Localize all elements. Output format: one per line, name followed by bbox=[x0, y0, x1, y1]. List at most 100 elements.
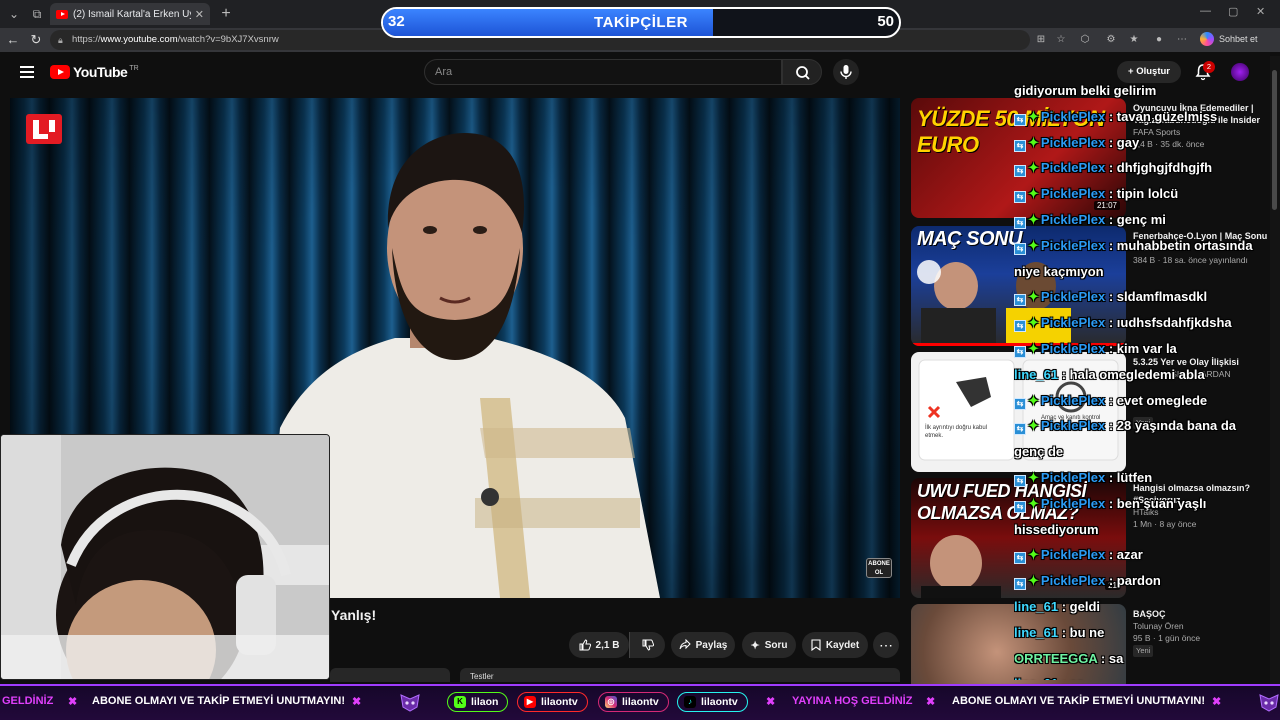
chat-text: tavan güzelmiss bbox=[1116, 108, 1218, 124]
chat-badge-icon: ⇆ bbox=[1014, 320, 1026, 333]
chat-message: ⇆ ✦ PicklePlex : 28 yaşında bana da bbox=[1014, 413, 1270, 439]
instagram-handle: lilaontv bbox=[622, 696, 659, 708]
chat-separator: : bbox=[1105, 212, 1117, 227]
chat-badge-icon: ⇆ bbox=[1014, 165, 1026, 178]
youtube-logo-text: YouTube bbox=[73, 64, 128, 80]
chat-separator: : bbox=[1058, 366, 1070, 382]
chat-message: ⇆ ✦ PicklePlex : ben şuan yaşlı bbox=[1014, 491, 1270, 517]
chat-sparkle-badge-icon: ✦ bbox=[1028, 341, 1039, 356]
chat-badge-icon: ⇆ bbox=[1014, 475, 1026, 487]
chat-separator: : bbox=[1105, 289, 1117, 305]
like-button[interactable]: 2,1 B bbox=[569, 632, 629, 658]
chat-badge-icon: ⇆ bbox=[1014, 578, 1026, 591]
save-label: Kaydet bbox=[825, 639, 860, 651]
chat-separator: : bbox=[1105, 392, 1117, 408]
chat-message: ⇆ ✦ PicklePlex : tipin lolcü bbox=[1014, 181, 1270, 207]
share-icon bbox=[679, 639, 691, 650]
sidebar-scroll-thumb[interactable] bbox=[1272, 70, 1277, 210]
tab-actions-icon[interactable]: ⌄ bbox=[4, 4, 24, 24]
chat-username: PicklePlex bbox=[1040, 470, 1106, 485]
chat-separator: : bbox=[1058, 624, 1070, 640]
dislike-button[interactable] bbox=[629, 632, 665, 658]
chat-badge-icon: ⇆ bbox=[1014, 552, 1026, 565]
chat-separator: : bbox=[1105, 237, 1117, 253]
kick-handle: lilaon bbox=[471, 696, 499, 708]
followers-current: 32 bbox=[388, 13, 405, 30]
search-button[interactable] bbox=[782, 59, 822, 85]
chat-text: sldamflmasdkl bbox=[1116, 289, 1208, 305]
tests-card[interactable]: Testler bbox=[460, 668, 900, 682]
chat-sparkle-badge-icon: ✦ bbox=[1028, 186, 1039, 202]
chat-sparkle-badge-icon: ✦ bbox=[1028, 573, 1039, 589]
copilot-button[interactable]: Sohbet et bbox=[1200, 32, 1258, 46]
workspaces-icon[interactable]: ⧉ bbox=[27, 4, 47, 24]
more-actions-button[interactable]: ⋯ bbox=[873, 632, 899, 658]
save-button[interactable]: Kaydet bbox=[802, 632, 868, 658]
minimize-icon[interactable]: — bbox=[1200, 5, 1211, 17]
ticker-mask-logo-icon bbox=[400, 694, 420, 712]
chat-text: tipin lolcü bbox=[1116, 186, 1179, 202]
lock-icon: 🔒︎ bbox=[58, 35, 63, 45]
chat-message: ⇆ ✦ PicklePlex : sldamflmasdkl bbox=[1014, 284, 1270, 310]
chat-message: line_61 : as bbox=[1014, 671, 1270, 680]
description-card[interactable] bbox=[330, 668, 450, 682]
chat-username: PicklePlex bbox=[1040, 108, 1106, 124]
extensions-icon[interactable]: ⬡ bbox=[1078, 33, 1092, 47]
profile-icon[interactable]: ● bbox=[1152, 33, 1166, 47]
chat-text: evet omeglede bbox=[1116, 392, 1208, 408]
tab-close-icon[interactable]: ✕ bbox=[195, 8, 204, 21]
tiktok-icon: ♪ bbox=[684, 696, 696, 708]
youtube-icon: ▶ bbox=[524, 696, 536, 708]
favorite-star-icon[interactable]: ☆ bbox=[1054, 33, 1068, 47]
chat-separator: : bbox=[1105, 315, 1117, 331]
chat-sparkle-badge-icon: ✦ bbox=[1028, 315, 1039, 331]
chat-separator: : bbox=[1105, 108, 1117, 124]
stream-chat-overlay: gidiyorum belki gelirim ⇆ ✦ PicklePlex : ta… bbox=[1014, 78, 1270, 680]
browser-tools-icon[interactable]: ⚙ bbox=[1104, 33, 1118, 47]
chat-message: line_61 : geldi bbox=[1014, 594, 1270, 620]
chat-message: line_61 : hala omegledemi abla bbox=[1014, 362, 1270, 388]
collections-icon[interactable]: ★ bbox=[1127, 33, 1141, 47]
chat-text: dhfjghgjfdhgjfh bbox=[1116, 160, 1213, 176]
search-input[interactable]: Ara bbox=[424, 59, 782, 85]
chat-username: ORRTEEGGA bbox=[1014, 650, 1098, 666]
chat-text: hala omegledemi abla bbox=[1069, 366, 1205, 382]
chat-sparkle-badge-icon: ✦ bbox=[1028, 547, 1039, 563]
ticker-star-icon: ✖ bbox=[766, 696, 776, 708]
chat-message: ⇆ ✦ PicklePlex : kim var la bbox=[1014, 336, 1270, 362]
subscribe-watermark[interactable]: ABONE OL bbox=[866, 558, 892, 578]
tab-grid-icon[interactable]: ⊞ bbox=[1034, 33, 1048, 47]
search-icon bbox=[796, 66, 810, 80]
chat-badge-icon: ⇆ bbox=[1014, 217, 1026, 229]
new-tab-button[interactable]: + bbox=[216, 4, 236, 24]
chat-message: ⇆ ✦ PicklePlex : lütfen bbox=[1014, 465, 1270, 491]
share-button[interactable]: Paylaş bbox=[671, 632, 735, 658]
chat-text: lütfen bbox=[1116, 470, 1153, 485]
chat-badge-icon: ⇆ bbox=[1014, 113, 1026, 126]
tests-tab-label: Testler bbox=[470, 672, 494, 681]
ask-button[interactable]: ✦ Soru bbox=[742, 632, 796, 658]
copilot-label: Sohbet et bbox=[1219, 34, 1258, 44]
chat-separator: : bbox=[1105, 470, 1117, 485]
chat-sparkle-badge-icon: ✦ bbox=[1028, 495, 1039, 511]
chat-message: ⇆ ✦ PicklePlex : gay bbox=[1014, 130, 1270, 156]
browser-tab-youtube[interactable]: (2) İsmail Kartal'a Erken Uyarı: Fenerba… bbox=[50, 3, 210, 25]
reload-icon[interactable]: ↻ bbox=[27, 31, 45, 49]
menu-icon[interactable] bbox=[20, 66, 34, 78]
voice-search-button[interactable] bbox=[833, 59, 859, 85]
close-window-icon[interactable]: ✕ bbox=[1256, 5, 1265, 18]
chat-username: PicklePlex bbox=[1040, 418, 1106, 434]
settings-more-icon[interactable]: ⋯ bbox=[1175, 33, 1189, 47]
channel-watermark-logo bbox=[26, 114, 62, 144]
chat-username: PicklePlex bbox=[1040, 212, 1106, 227]
ticker-star-icon: ✖ bbox=[926, 696, 936, 708]
chat-username: line_61 bbox=[1014, 366, 1059, 382]
chat-message: ⇆ ✦ PicklePlex : tavan güzelmiss bbox=[1014, 104, 1270, 130]
chat-username: PicklePlex bbox=[1040, 160, 1106, 176]
chat-badge-icon: ⇆ bbox=[1014, 191, 1026, 204]
maximize-icon[interactable]: ▢ bbox=[1228, 5, 1238, 18]
chat-sparkle-badge-icon: ✦ bbox=[1028, 470, 1039, 485]
back-icon[interactable]: ← bbox=[4, 31, 22, 49]
youtube-logo[interactable]: YouTube TR bbox=[50, 64, 139, 80]
chat-text: niye kaçmıyon bbox=[1014, 263, 1104, 279]
